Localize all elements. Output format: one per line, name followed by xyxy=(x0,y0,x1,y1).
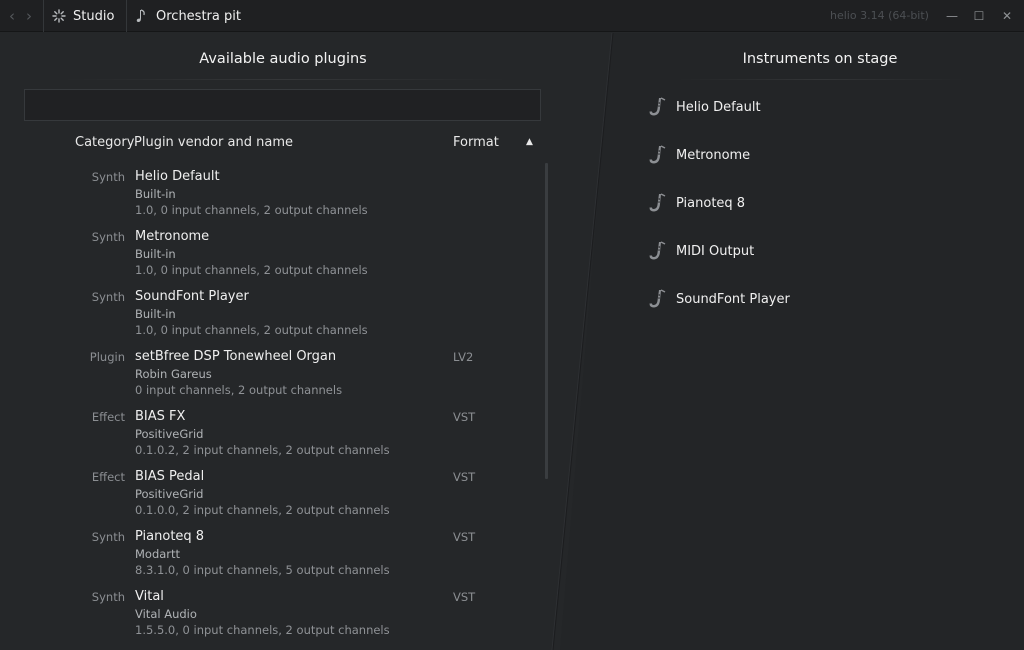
saxophone-icon xyxy=(649,97,666,116)
plugin-format: VST xyxy=(453,590,476,604)
close-icon[interactable]: ✕ xyxy=(999,8,1015,24)
saxophone-icon xyxy=(649,145,666,164)
column-header-category[interactable]: Category xyxy=(75,135,134,150)
back-arrow-icon[interactable]: ‹ xyxy=(5,8,19,24)
saxophone-icon xyxy=(649,289,666,308)
plugin-vendor: Robin Gareus xyxy=(135,367,212,381)
sort-ascending-icon[interactable]: ▲ xyxy=(526,138,536,147)
instrument-item[interactable]: Metronome xyxy=(646,143,976,167)
plugin-list-scrollbar[interactable] xyxy=(545,163,548,479)
plugin-format: VST xyxy=(453,470,476,484)
instrument-name: Metronome xyxy=(676,147,751,163)
instrument-name: MIDI Output xyxy=(676,243,755,259)
plugin-row[interactable]: Synth SoundFont Player Built-in 1.0, 0 i… xyxy=(0,283,544,343)
plugin-name: SoundFont Player xyxy=(135,289,249,304)
search-input[interactable] xyxy=(24,89,541,121)
plugin-vendor: Built-in xyxy=(135,307,176,321)
plugin-category: Synth xyxy=(91,290,125,304)
plugin-name: Vital xyxy=(135,589,164,604)
plugin-category: Synth xyxy=(91,530,125,544)
instrument-item[interactable]: MIDI Output xyxy=(646,239,976,263)
saxophone-icon xyxy=(649,241,666,260)
plugin-row[interactable]: Effect BIAS FX PositiveGrid 0.1.0.2, 2 i… xyxy=(0,403,544,463)
plugin-name: Pianoteq 8 xyxy=(135,529,205,544)
plugin-description: 0.1.0.2, 2 input channels, 2 output chan… xyxy=(135,443,390,457)
plugin-description: 1.0, 0 input channels, 2 output channels xyxy=(135,323,368,337)
plugin-row[interactable]: Plugin setBfree DSP Tonewheel Organ Robi… xyxy=(0,343,544,403)
plugin-list: Synth Helio Default Built-in 1.0, 0 inpu… xyxy=(0,163,544,650)
plugin-vendor: Built-in xyxy=(135,247,176,261)
plugin-category: Effect xyxy=(91,410,125,424)
plugin-vendor: Vital Audio xyxy=(135,607,197,621)
plugin-name: Metronome xyxy=(135,229,210,244)
orchestra-icon xyxy=(136,9,145,22)
plugin-category: Synth xyxy=(91,590,125,604)
plugin-description: 1.5.5.0, 0 input channels, 2 output chan… xyxy=(135,623,390,637)
column-header-name[interactable]: Plugin vendor and name xyxy=(134,135,293,150)
breadcrumb-orchestra-pit[interactable]: Orchestra pit xyxy=(136,0,241,32)
plugin-name: setBfree DSP Tonewheel Organ xyxy=(135,349,337,364)
column-header-format[interactable]: Format xyxy=(453,135,499,150)
breadcrumb-separator xyxy=(126,0,127,32)
instrument-name: Helio Default xyxy=(676,99,761,115)
minimize-icon[interactable]: — xyxy=(944,8,960,24)
plugin-vendor: PositiveGrid xyxy=(135,487,204,501)
studio-icon xyxy=(52,9,66,23)
plugin-row[interactable]: Effect BIAS Pedal PositiveGrid 0.1.0.0, … xyxy=(0,463,544,523)
plugin-name: BIAS Pedal xyxy=(135,469,205,484)
saxophone-icon xyxy=(649,193,666,212)
breadcrumb-separator xyxy=(43,0,44,32)
plugins-panel: Available audio plugins Category Plugin … xyxy=(0,33,560,650)
plugin-category: Synth xyxy=(91,170,125,184)
breadcrumb-studio-label: Studio xyxy=(73,8,115,24)
app-version: helio 3.14 (64-bit) xyxy=(830,9,929,22)
title-underline xyxy=(60,79,510,80)
plugin-name: BIAS FX xyxy=(135,409,186,424)
instruments-panel-title: Instruments on stage xyxy=(742,51,898,67)
plugin-description: 0 input channels, 2 output channels xyxy=(135,383,343,397)
forward-arrow-icon[interactable]: › xyxy=(22,8,36,24)
plugin-format: LV2 xyxy=(453,350,474,364)
instrument-name: Pianoteq 8 xyxy=(676,195,746,211)
plugin-row[interactable]: Synth Metronome Built-in 1.0, 0 input ch… xyxy=(0,223,544,283)
plugin-row[interactable]: Synth Pianoteq 8 Modartt 8.3.1.0, 0 inpu… xyxy=(0,523,544,583)
instrument-item[interactable]: Pianoteq 8 xyxy=(646,191,976,215)
plugin-description: 1.0, 0 input channels, 2 output channels xyxy=(135,203,368,217)
title-underline xyxy=(676,79,966,80)
instrument-item[interactable]: SoundFont Player xyxy=(646,287,976,311)
breadcrumb-orchestra-label: Orchestra pit xyxy=(156,8,241,24)
plugin-format: VST xyxy=(453,530,476,544)
plugin-category: Synth xyxy=(91,230,125,244)
plugin-description: 8.3.1.0, 0 input channels, 5 output chan… xyxy=(135,563,390,577)
plugin-vendor: Modartt xyxy=(135,547,181,561)
plugin-category: Effect xyxy=(91,470,125,484)
plugin-vendor: PositiveGrid xyxy=(135,427,204,441)
plugin-row[interactable]: Synth Vital Vital Audio 1.5.5.0, 0 input… xyxy=(0,583,544,643)
plugin-vendor: Built-in xyxy=(135,187,176,201)
plugin-description: 0.1.0.0, 2 input channels, 2 output chan… xyxy=(135,503,390,517)
instrument-item[interactable]: Helio Default xyxy=(646,95,976,119)
plugin-name: Helio Default xyxy=(135,169,220,184)
plugin-row[interactable]: Synth Helio Default Built-in 1.0, 0 inpu… xyxy=(0,163,544,223)
maximize-icon[interactable]: ☐ xyxy=(971,8,987,24)
plugin-format: VST xyxy=(453,410,476,424)
plugin-description: 1.0, 0 input channels, 2 output channels xyxy=(135,263,368,277)
plugins-panel-title: Available audio plugins xyxy=(199,51,367,67)
breadcrumb-studio[interactable]: Studio xyxy=(52,0,114,32)
instrument-name: SoundFont Player xyxy=(676,291,790,307)
title-bar: ‹ › Studio Orchestra pit helio 3.14 (64-… xyxy=(0,0,1024,32)
plugin-category: Plugin xyxy=(89,350,125,364)
